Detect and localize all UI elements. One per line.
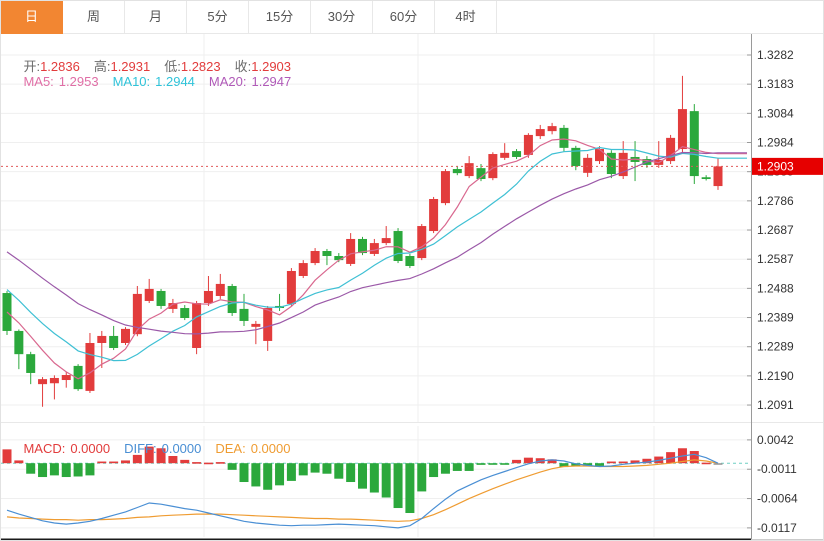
price-axis-label: 1.2786 [757, 194, 794, 208]
dea-label: DEA: [215, 441, 245, 456]
trading-chart-widget: 日周月5分15分30分60分4时 1.32821.31831.30841.298… [0, 0, 824, 541]
macd-axis-label: -0.0011 [757, 462, 797, 476]
ma5-label: MA5: [23, 74, 53, 89]
diff-label: DIFF: [124, 441, 157, 456]
price-axis-label: 1.2289 [757, 340, 794, 354]
candlestick-layer [3, 76, 723, 407]
price-axis-label: 1.3282 [757, 48, 794, 62]
ma10-label: MA10: [113, 74, 151, 89]
ma5-value: 1.2953 [59, 74, 99, 89]
price-axis-label: 1.2587 [757, 252, 794, 266]
price-axis-label: 1.2190 [757, 369, 794, 383]
diff-value: 0.0000 [162, 441, 202, 456]
price-axis-label: 1.3183 [757, 77, 794, 91]
macd-readout: MACD: 0.0000 DIFF: 0.0000 DEA: 0.0000 [9, 426, 290, 471]
dea-value: 0.0000 [251, 441, 291, 456]
macd-value: 0.0000 [70, 441, 110, 456]
macd-axis-label: -0.0064 [757, 492, 798, 506]
ma20-value: 1.2947 [251, 74, 291, 89]
macd-axis-label: -0.0117 [757, 521, 797, 535]
macd-axis-label: 0.0042 [757, 433, 794, 447]
price-axis-label: 1.2488 [757, 281, 794, 295]
price-axis-label: 1.2091 [757, 398, 794, 412]
ma10-value: 1.2944 [155, 74, 195, 89]
ma20-label: MA20: [209, 74, 247, 89]
current-price-badge: 1.2903 [752, 158, 823, 175]
price-axis-label: 1.2687 [757, 223, 794, 237]
ma10-line [7, 148, 747, 361]
macd-label: MACD: [23, 441, 65, 456]
price-axis-label: 1.2389 [757, 311, 794, 325]
price-axis-label: 1.2984 [757, 136, 794, 150]
svg-text:1.2903: 1.2903 [757, 159, 794, 173]
ma-readout: MA5: 1.2953 MA10: 1.2944 MA20: 1.2947 [9, 59, 291, 104]
price-axis-label: 1.3084 [757, 106, 794, 120]
